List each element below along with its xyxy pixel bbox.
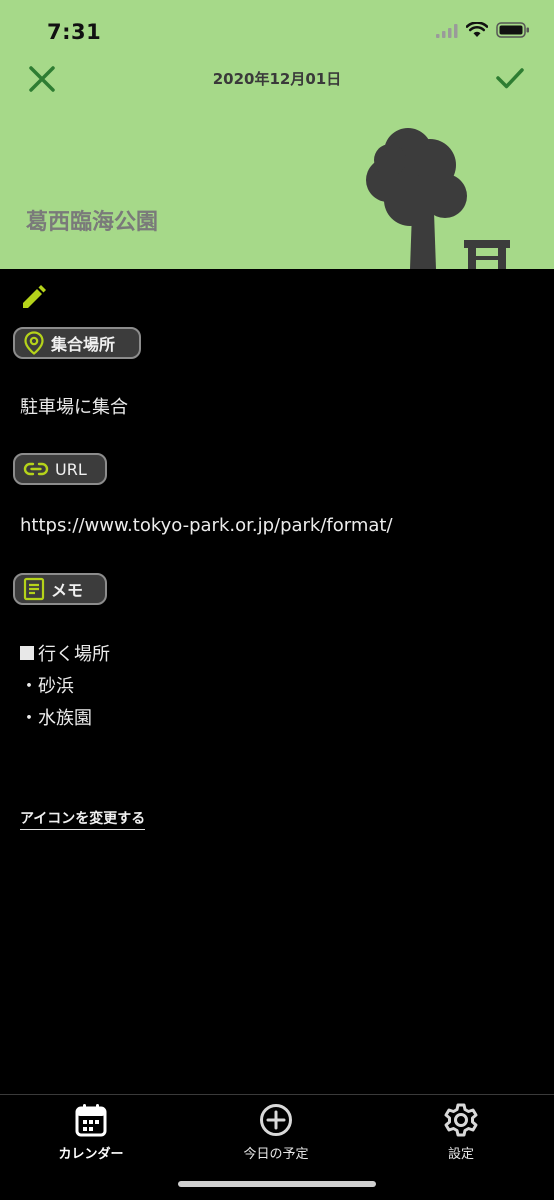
change-icon-link[interactable]: アイコンを変更する <box>20 808 146 830</box>
url-value[interactable]: https://www.tokyo-park.or.jp/park/format… <box>20 515 393 536</box>
memo-chip: メモ <box>13 573 107 605</box>
memo-label: メモ <box>51 581 84 600</box>
checkmark-icon <box>496 68 524 89</box>
meeting-place-chip: 集合場所 <box>13 327 141 359</box>
memo-line: ・水族園 <box>20 704 92 730</box>
edit-button[interactable] <box>20 285 46 311</box>
tab-today-label: 今日の予定 <box>243 1147 309 1162</box>
gear-icon <box>444 1103 478 1137</box>
status-time: 7:31 <box>47 20 102 44</box>
pencil-icon <box>23 285 46 308</box>
url-label: URL <box>55 459 87 479</box>
tree-and-bench-illustration <box>366 128 510 269</box>
screen: 7:31 2020年12月01日 葛西臨海公園 集合場所 駐車場に集合 URL … <box>0 0 554 1200</box>
location-pin-icon <box>24 331 44 355</box>
battery-icon <box>496 22 530 42</box>
wifi-icon <box>465 21 489 42</box>
tab-calendar[interactable]: カレンダー <box>16 1103 166 1162</box>
status-icons <box>436 21 530 42</box>
note-icon <box>23 577 45 601</box>
tab-settings-label: 設定 <box>447 1147 474 1162</box>
plus-circle-icon <box>260 1104 292 1136</box>
memo-line-text: ・砂浜 <box>20 676 74 697</box>
tab-settings[interactable]: 設定 <box>386 1103 536 1162</box>
tab-calendar-label: カレンダー <box>58 1147 124 1162</box>
memo-line-text: 行く場所 <box>38 644 110 665</box>
confirm-button[interactable] <box>494 62 526 94</box>
memo-line: ・砂浜 <box>20 672 74 698</box>
event-header: 7:31 2020年12月01日 葛西臨海公園 <box>0 0 554 269</box>
link-icon <box>23 462 49 476</box>
signal-icon <box>436 23 458 42</box>
event-date: 2020年12月01日 <box>212 70 342 88</box>
home-indicator[interactable] <box>178 1181 376 1187</box>
memo-line: 行く場所 <box>20 640 110 666</box>
memo-line-text: ・水族園 <box>20 708 92 729</box>
tab-today[interactable]: 今日の予定 <box>201 1103 351 1162</box>
url-chip: URL <box>13 453 107 485</box>
event-title: 葛西臨海公園 <box>26 210 159 235</box>
calendar-icon <box>75 1104 107 1137</box>
square-bullet-icon <box>20 646 34 660</box>
meeting-place-value: 駐車場に集合 <box>20 397 128 418</box>
meeting-place-label: 集合場所 <box>51 335 116 354</box>
